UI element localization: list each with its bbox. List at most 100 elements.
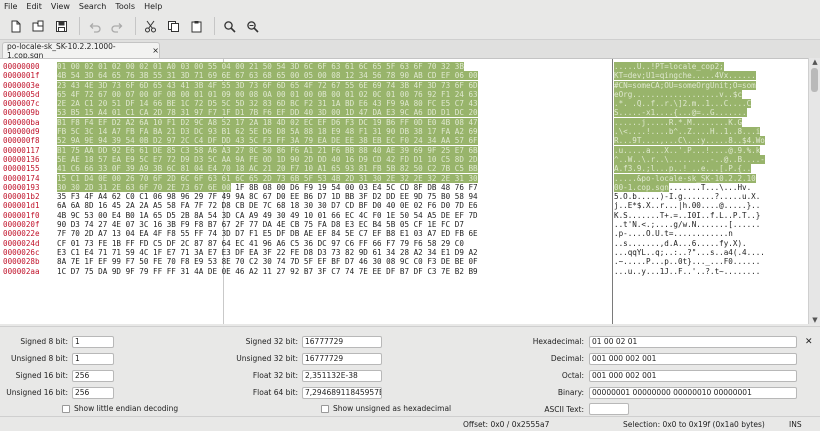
ascii-selected-text[interactable]: .....&po-locale-sk_SK-10.2.2.10 [614, 173, 756, 183]
hex-selected-bytes[interactable]: 30 30 2D 31 2E 63 6F 70 2E 73 67 6E 00 [57, 182, 231, 192]
hex-selected-bytes[interactable]: 65 4F 72 67 00 07 00 0F 08 00 01 01 09 0… [57, 89, 478, 99]
menu-edit[interactable]: Edit [26, 2, 42, 11]
vertical-scrollbar[interactable]: ▲ ▼ [808, 58, 820, 324]
ascii-selected-text[interactable]: .u.....a...X..'.P...!....@.9.%.k [614, 145, 761, 155]
float64-value[interactable]: 7,29468911845957E-304 [302, 387, 382, 399]
hex-bytes[interactable]: 35 F3 4F A4 62 C0 C1 06 98 96 29 7F 49 9… [57, 192, 478, 201]
ascii-selected-text[interactable]: R...9T....,...C\..:y.....8..$4.Wo [614, 136, 765, 146]
offset-label: 0000028b [3, 257, 40, 267]
hex-selected-bytes[interactable]: FB 5C 3C 14 A7 FB FA BA 21 D3 DC 93 B1 6… [57, 127, 478, 137]
offset-label: 00000117 [3, 145, 40, 155]
ascii-selected-text[interactable]: ^..W..\.r..\.........-..@..B....- [614, 154, 765, 164]
hex-selected-bytes[interactable]: 41 C6 66 33 0F 39 A9 3B 6C 81 04 E4 70 1… [57, 164, 478, 174]
tab-close-icon[interactable]: × [152, 46, 159, 55]
undo-icon[interactable] [87, 19, 102, 34]
hex-selected-bytes[interactable]: 23 43 4E 3D 73 6F 6D 65 43 41 3B 4F 55 3… [57, 80, 478, 90]
ascii-text[interactable]: ..s.......,d.A...6.....fy.X). [614, 239, 747, 248]
hex-selected-bytes[interactable]: 4B 54 3D 64 65 76 3B 55 31 3D 71 69 6E 6… [57, 71, 478, 81]
ascii-row: #CN=someCA;OU=someOrgUnit;O=som [614, 80, 800, 90]
little-endian-checkbox[interactable]: Show little endian decoding [62, 404, 178, 413]
unsigned32-value[interactable]: 16777729 [302, 353, 382, 365]
hex-bytes[interactable]: 90 D3 74 27 4E 07 3C 16 3B F9 F8 B7 67 2… [57, 220, 464, 229]
find-icon[interactable] [222, 19, 237, 34]
unsigned-hex-checkbox[interactable]: Show unsigned as hexadecimal [321, 404, 451, 413]
hex-selected-bytes[interactable]: 2E 2A C1 20 51 DF 14 66 BE 1C 72 D5 5C 5… [57, 99, 478, 109]
tab-document[interactable]: po-locale-sk_SK-10.2.2.1000-1.cop.sgn × [2, 42, 160, 60]
ascii-column[interactable]: .....U..!PT=locale_cop2; KT=dev;U1=qingch… [614, 62, 800, 276]
ascii-text[interactable]: ...u..y...1J..F..'..?.t~........ [614, 267, 760, 276]
offset-label: 000001f0 [3, 210, 40, 220]
ascii-selected-text[interactable]: 00-1.cop.sgn [614, 182, 669, 192]
menu-file[interactable]: File [4, 2, 17, 11]
menu-tools[interactable]: Tools [115, 2, 135, 11]
signed16-value[interactable]: 256 [72, 370, 114, 382]
ascii-selected-text[interactable]: S.....-x1....{...@=..G....... [614, 108, 747, 118]
hex-selected-bytes[interactable]: 15 C1 D4 0E 00 26 70 6F 2D 6C 6F 63 61 6… [57, 173, 478, 183]
hex-selected-bytes[interactable]: 5E AE 18 57 EA E9 5C E7 72 D9 D3 5C AA 9… [57, 154, 478, 164]
hex-bytes[interactable]: 8A 7E 1F EF 99 F7 50 FE 70 F8 E9 53 8E 7… [57, 257, 478, 266]
close-panel-icon[interactable]: ✕ [805, 337, 813, 347]
redo-icon[interactable] [110, 19, 125, 34]
hex-row: 90 D3 74 27 4E 07 3C 16 3B F9 F8 B7 67 2… [57, 220, 612, 229]
unsigned8-value[interactable]: 1 [72, 353, 114, 365]
ascii-text[interactable]: .p-....O.U.t=............n [614, 229, 733, 238]
ascii-selected-text[interactable]: .....U..!PT=locale_cop2; [614, 62, 724, 71]
hex-column[interactable]: 01 00 02 01 02 00 02 01 A0 03 00 55 04 0… [57, 62, 612, 276]
hex-selected-bytes[interactable]: B1 F8 F4 EF D2 A2 6A 10 F1 D2 9C A8 52 1… [57, 117, 478, 127]
hex-bytes[interactable]: 7F 70 2D A7 13 04 EA 4F F8 55 FF 74 3D D… [57, 229, 478, 238]
hex-selected-bytes[interactable]: 53 B5 15 A4 01 C1 CA 2D 78 31 97 F7 1F D… [57, 108, 478, 118]
find-replace-icon[interactable] [245, 19, 260, 34]
hex-editor[interactable]: 00000000 0000001f 0000003e 0000005d 0000007c… [0, 58, 808, 324]
hex-row: 6A 6A 8D 16 45 2A 2A A5 58 FA 7F 72 D8 C… [57, 201, 612, 210]
decimal-value[interactable]: 001 000 002 001 [589, 353, 797, 365]
ascii-text[interactable]: .~.....P...p..0t}..._...F0...... [614, 257, 760, 266]
float32-label: Float 32 bit: [252, 371, 298, 380]
ascii-selected-text[interactable]: eOrg...................v..$c [614, 89, 743, 99]
hex-selected-bytes[interactable]: 52 9A 9E 94 39 54 0B D2 97 2C C4 DF DD 4… [57, 136, 478, 146]
ascii-text[interactable]: .......T...\...Hv. [669, 183, 751, 192]
open-file-icon[interactable] [31, 19, 46, 34]
hex-selected-bytes[interactable]: 01 00 02 01 02 00 02 01 A0 03 00 55 04 0… [57, 62, 464, 71]
hex-bytes[interactable]: 1C D7 75 DA 9D 9F 79 FF FF 31 4A DE 0E 4… [57, 267, 478, 276]
signed8-value[interactable]: 1 [72, 336, 114, 348]
ascii-selected-text[interactable]: #CN=someCA;OU=someOrgUnit;O=som [614, 80, 756, 90]
ascii-text[interactable]: ...qqYL..q;..:..?"...s..a4(.4.... [614, 248, 765, 257]
hex-bytes[interactable]: E3 C1 E4 71 71 59 4C 1F E7 71 3A E7 E3 D… [57, 248, 478, 257]
ascii-selected-text[interactable]: A.f3.9.;l...p..! ..e...[.P.{.. [614, 164, 752, 174]
hex-row: 4B 9C 53 00 E4 B0 1A 65 D5 2B 8A 54 3D C… [57, 211, 612, 220]
little-endian-checkbox-box[interactable] [62, 404, 70, 413]
ascii-selected-text[interactable]: KT=dev;U1=qingche.....4Vx...... [614, 71, 756, 81]
ascii-selected-text[interactable]: .*. .Q..f..r.\]2.m..1...C....C [614, 99, 752, 109]
hex-bytes[interactable]: 4B 9C 53 00 E4 B0 1A 65 D5 2B 8A 54 3D C… [57, 211, 478, 220]
ascii-text[interactable]: 5.O.b.....)-I.g.......?.....u.X. [614, 192, 760, 201]
ascii-selected-text[interactable]: ......j.....R.*.M........K.G [614, 117, 743, 127]
hex-bytes[interactable]: CF 01 73 FE 1B FF FD C5 DF 2C 87 87 64 E… [57, 239, 464, 248]
float32-value[interactable]: 2,351132E-38 [302, 370, 382, 382]
ascii-text-value[interactable] [589, 403, 629, 415]
unsigned-hex-checkbox-box[interactable] [321, 404, 329, 413]
cut-icon[interactable] [143, 19, 158, 34]
unsigned16-value[interactable]: 256 [72, 387, 114, 399]
scrollbar-thumb[interactable] [811, 68, 818, 92]
menu-search[interactable]: Search [79, 2, 106, 11]
offset-label: 0000007c [3, 99, 40, 109]
menu-help[interactable]: Help [144, 2, 162, 11]
binary-value[interactable]: 00000001 00000000 00000010 00000001 [589, 387, 797, 399]
hexadecimal-value[interactable]: 01 00 02 01 [589, 336, 797, 348]
copy-icon[interactable] [166, 19, 181, 34]
scroll-up-icon[interactable]: ▲ [811, 59, 819, 66]
new-file-icon[interactable] [8, 19, 23, 34]
ascii-text[interactable]: j..E*$.X..r...|h.00....@.....}.. [614, 201, 760, 210]
menu-view[interactable]: View [51, 2, 70, 11]
save-file-icon[interactable] [54, 19, 69, 34]
paste-icon[interactable] [189, 19, 204, 34]
ascii-selected-text[interactable]: .\<....!....b^..Z....H..1..8...i [614, 127, 761, 137]
hex-bytes[interactable]: 6A 6A 8D 16 45 2A 2A A5 58 FA 7F 72 D8 C… [57, 201, 478, 210]
signed32-value[interactable]: 16777729 [302, 336, 382, 348]
hex-selected-bytes[interactable]: B1 75 AA DD 92 E6 61 DE 85 C3 58 A6 A3 2… [57, 145, 478, 155]
ascii-text[interactable]: K.S.......T+.=..I0I..f.L..P.T..} [614, 211, 760, 220]
scroll-down-icon[interactable]: ▼ [811, 317, 819, 324]
octal-value[interactable]: 001 000 002 001 [589, 370, 797, 382]
ascii-text[interactable]: ..t'N.<.;....g/w.N.......[...... [614, 220, 760, 229]
hex-bytes[interactable]: 1F 8B 08 00 D6 F9 19 54 00 03 E4 5C CD 8… [231, 183, 477, 192]
